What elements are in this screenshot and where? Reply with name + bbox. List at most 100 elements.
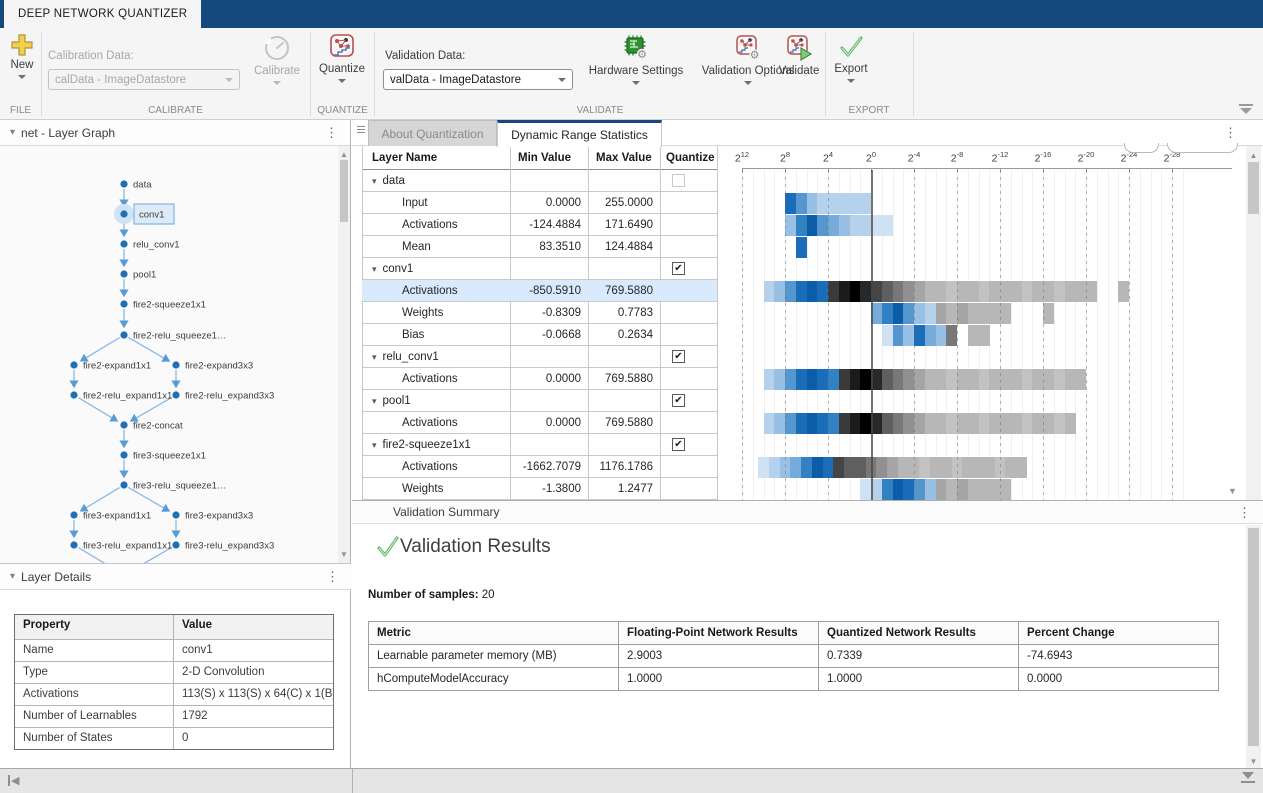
quantize-checkbox-checked[interactable]: ✔ xyxy=(672,350,685,363)
new-button[interactable]: New xyxy=(3,34,41,79)
tab-dynamic-range-statistics[interactable]: Dynamic Range Statistics xyxy=(497,120,662,147)
validate-button[interactable]: Validate xyxy=(772,34,826,77)
stats-scrollbar[interactable]: ▲ xyxy=(1246,146,1261,500)
collapse-caret-icon[interactable]: ▾ xyxy=(10,127,15,138)
drag-grip-icon[interactable] xyxy=(357,126,365,135)
stats-row-activations[interactable]: Activations0.0000769.5880 xyxy=(362,368,717,390)
stats-row-activations[interactable]: Activations-124.4884171.6490 xyxy=(362,214,717,236)
quantize-checkbox-checked[interactable]: ✔ xyxy=(672,438,685,451)
stats-row-relu_conv1[interactable]: ▾relu_conv1✔ xyxy=(362,346,717,368)
graph-node-fire3-squeeze1x1[interactable] xyxy=(120,451,127,458)
collapse-bottom-panel-button[interactable] xyxy=(1241,772,1255,783)
document-menu-icon[interactable]: ⋮ xyxy=(1224,126,1237,139)
scroll-down-icon[interactable]: ▼ xyxy=(338,550,350,559)
graph-scrollbar-thumb[interactable] xyxy=(340,160,348,222)
graph-node-fire2-relu_squeeze1[interactable] xyxy=(120,331,127,338)
dynamic-range-histogram[interactable]: 2122824202-42-82-122-162-202-242-28 xyxy=(738,146,1246,500)
stats-row-weights[interactable]: Weights-1.38001.2477 xyxy=(362,478,717,500)
validation-options-dropdown-arrow[interactable] xyxy=(744,81,752,85)
stats-scrollbar-thumb[interactable] xyxy=(1248,162,1259,214)
collapse-ribbon-button[interactable] xyxy=(1239,104,1253,114)
scroll-down-icon[interactable]: ▼ xyxy=(1246,757,1261,766)
stats-row-activations[interactable]: Activations-850.5910769.5880 xyxy=(362,280,717,302)
stats-row-data[interactable]: ▾data xyxy=(362,170,717,192)
calibrate-dropdown-arrow[interactable] xyxy=(273,81,281,85)
details-header-row: Property Value xyxy=(15,615,333,639)
quantize-checkbox-unchecked[interactable] xyxy=(672,174,685,187)
group-label-calibrate: CALIBRATE xyxy=(41,105,310,116)
calibrate-button[interactable]: Calibrate xyxy=(248,34,306,85)
percent-change-cell: -74.6943 xyxy=(1019,645,1219,668)
app-tab[interactable]: DEEP NETWORK QUANTIZER xyxy=(4,0,201,28)
stats-row-conv1[interactable]: ▾conv1✔ xyxy=(362,258,717,280)
hardware-settings-button[interactable]: ⚙ Hardware Settings xyxy=(582,34,690,85)
graph-node-data[interactable] xyxy=(120,180,127,187)
graph-node-fire3-relu_expand3x3[interactable] xyxy=(172,541,179,548)
graph-node-pool1[interactable] xyxy=(120,270,127,277)
graph-node-fire2-expand3x3[interactable] xyxy=(172,361,179,368)
value-cell: 2-D Convolution xyxy=(174,662,333,683)
hardware-settings-dropdown-arrow[interactable] xyxy=(632,81,640,85)
validation-summary-menu-icon[interactable]: ⋮ xyxy=(1238,506,1251,519)
collapse-caret-icon[interactable]: ▾ xyxy=(10,571,15,582)
clipped-toolbar-button[interactable] xyxy=(1124,143,1159,153)
max-value-cell: 255.0000 xyxy=(588,192,660,214)
stats-row-bias[interactable]: Bias-0.06680.2634 xyxy=(362,324,717,346)
gauge-icon xyxy=(263,34,291,62)
right-column: About Quantization Dynamic Range Statist… xyxy=(352,120,1263,768)
stats-row-activations[interactable]: Activations0.0000769.5880 xyxy=(362,412,717,434)
stats-row-mean[interactable]: Mean83.3510124.4884 xyxy=(362,236,717,258)
graph-node-label: relu_conv1 xyxy=(133,240,179,251)
validation-scrollbar-thumb[interactable] xyxy=(1248,528,1259,746)
graph-node-conv1[interactable] xyxy=(120,210,127,217)
graph-node-fire2-expand1x1[interactable] xyxy=(70,361,77,368)
quantize-checkbox-checked[interactable]: ✔ xyxy=(672,394,685,407)
histogram-cell xyxy=(1011,413,1022,434)
scroll-up-icon[interactable]: ▲ xyxy=(1246,151,1261,160)
graph-node-fire3-expand3x3[interactable] xyxy=(172,511,179,518)
histogram-cell xyxy=(903,369,914,390)
graph-edge xyxy=(81,338,120,361)
max-value-cell: 769.5880 xyxy=(588,412,660,434)
validation-data-combo[interactable]: valData - ImageDatastore xyxy=(383,69,573,90)
collapse-caret-icon[interactable]: ▾ xyxy=(372,352,377,363)
layer-graph-menu-icon[interactable]: ⋮ xyxy=(325,126,338,139)
graph-node-fire3-expand1x1[interactable] xyxy=(70,511,77,518)
stats-row-input[interactable]: Input0.0000255.0000 xyxy=(362,192,717,214)
new-dropdown-arrow[interactable] xyxy=(18,75,26,79)
clipped-toolbar-button[interactable] xyxy=(1167,143,1238,153)
tab-about-quantization[interactable]: About Quantization xyxy=(368,120,497,146)
collapse-left-panel-button[interactable]: ◀ xyxy=(8,774,19,787)
graph-node-relu_conv1[interactable] xyxy=(120,240,127,247)
calibration-data-combo[interactable]: calData - ImageDatastore xyxy=(48,69,240,90)
collapse-caret-icon[interactable]: ▾ xyxy=(372,440,377,451)
min-value-cell: -1662.7079 xyxy=(510,456,588,478)
collapse-caret-icon[interactable]: ▾ xyxy=(372,396,377,407)
validation-scrollbar[interactable]: ▼ xyxy=(1246,525,1261,769)
graph-node-fire3-relu_squeeze1[interactable] xyxy=(120,481,127,488)
stats-row-fire2-squeeze1x1[interactable]: ▾fire2-squeeze1x1✔ xyxy=(362,434,717,456)
graph-scrollbar[interactable]: ▲ ▼ xyxy=(338,146,350,563)
graph-node-fire2-relu_expand3x3[interactable] xyxy=(172,391,179,398)
export-button[interactable]: Export xyxy=(828,34,874,83)
quantized-results-header: Quantized Network Results xyxy=(819,622,1019,645)
layer-details-menu-icon[interactable]: ⋮ xyxy=(326,570,339,583)
stats-row-pool1[interactable]: ▾pool1✔ xyxy=(362,390,717,412)
quantize-checkbox-checked[interactable]: ✔ xyxy=(672,262,685,275)
graph-node-fire2-relu_expand1x1[interactable] xyxy=(70,391,77,398)
quantize-button[interactable]: Quantize xyxy=(314,34,370,83)
export-dropdown-arrow[interactable] xyxy=(847,79,855,83)
graph-node-label: fire2-squeeze1x1 xyxy=(133,300,206,311)
graph-node-fire2-squeeze1x1[interactable] xyxy=(120,300,127,307)
collapse-caret-icon[interactable]: ▾ xyxy=(372,264,377,275)
collapse-caret-icon[interactable]: ▾ xyxy=(372,176,377,187)
layer-graph-canvas[interactable]: dataconv1relu_conv1pool1fire2-squeeze1x1… xyxy=(0,146,338,563)
graph-node-fire3-relu_expand1x1[interactable] xyxy=(70,541,77,548)
scroll-down-icon[interactable]: ▼ xyxy=(1228,486,1237,496)
scroll-up-icon[interactable]: ▲ xyxy=(338,150,350,159)
quantize-dropdown-arrow[interactable] xyxy=(338,79,346,83)
stats-row-weights[interactable]: Weights-0.83090.7783 xyxy=(362,302,717,324)
graph-node-fire2-concat[interactable] xyxy=(120,421,127,428)
histogram-cell xyxy=(936,281,947,302)
stats-row-activations[interactable]: Activations-1662.70791176.1786 xyxy=(362,456,717,478)
